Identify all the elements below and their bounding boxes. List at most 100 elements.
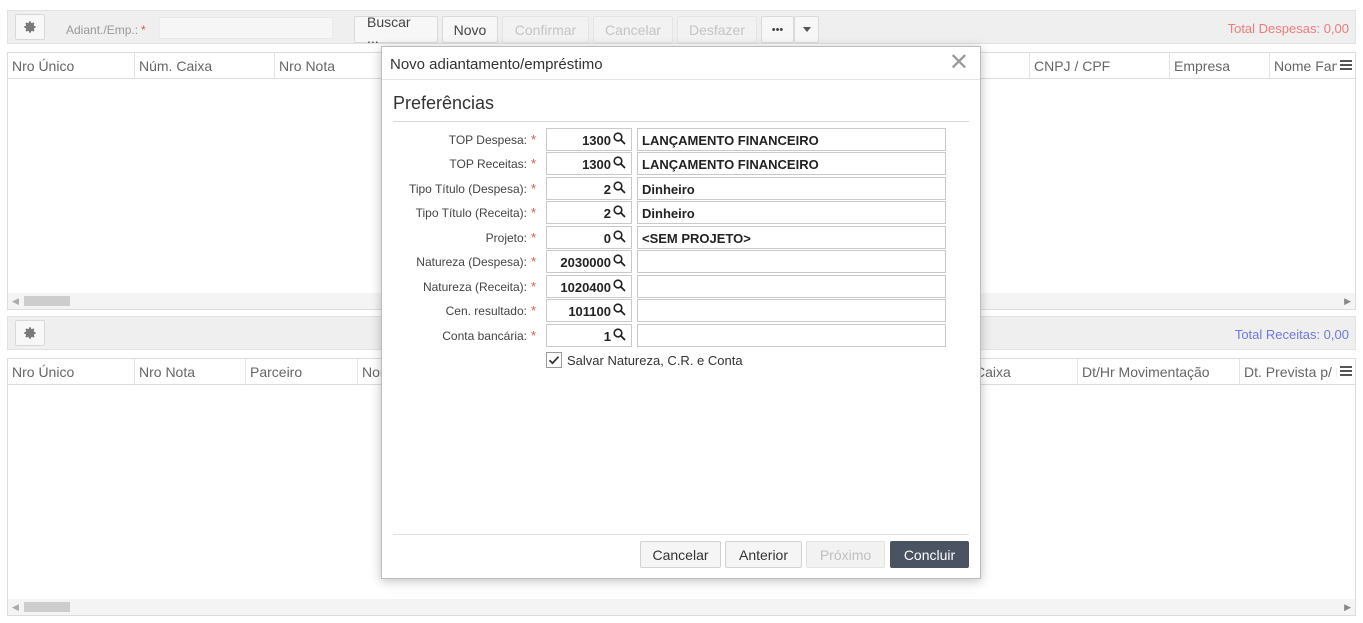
column-header[interactable]: Nro Nota (274, 53, 382, 79)
search-icon[interactable] (613, 156, 626, 169)
search-icon[interactable] (613, 279, 626, 292)
total-despesas: Total Despesas: 0,00 (1227, 21, 1349, 36)
anterior-button[interactable]: Anterior (725, 541, 802, 568)
dialog-title: Novo adiantamento/empréstimo (390, 56, 603, 73)
novo-adiantamento-dialog: Novo adiantamento/empréstimo ✕ Preferênc… (381, 46, 981, 579)
description-field: Dinheiro (637, 201, 946, 224)
scrollbar-thumb[interactable] (24, 296, 70, 306)
column-header[interactable]: Nro Nota (134, 359, 245, 385)
cancelar-toolbar-button[interactable]: Cancelar (593, 16, 673, 43)
section-divider (393, 121, 969, 122)
field-row-top-despesa: TOP Despesa: * 1300 LANÇAMENTO FINANCEIR… (382, 128, 982, 151)
description-field (637, 324, 946, 347)
column-header[interactable]: Caixa (971, 359, 1077, 385)
checkbox-label: Salvar Natureza, C.R. e Conta (567, 353, 743, 368)
checkmark-icon (548, 356, 560, 365)
novo-button[interactable]: Novo (442, 16, 498, 43)
scroll-right-icon[interactable]: ▶ (1344, 296, 1351, 307)
scrollbar-thumb[interactable] (24, 602, 70, 612)
description-field: LANÇAMENTO FINANCEIRO (637, 128, 946, 151)
column-header[interactable]: Núm. Caixa (134, 53, 274, 79)
code-input[interactable]: 101100 (546, 299, 632, 322)
field-label: Tipo Título (Receita): (415, 206, 527, 220)
code-input[interactable]: 2 (546, 177, 632, 200)
field-label: Natureza (Despesa): (416, 255, 527, 269)
field-row-conta-bancaria: Conta bancária: * 1 (382, 324, 982, 347)
section-title: Preferências (393, 93, 495, 113)
code-input[interactable]: 2030000 (546, 250, 632, 273)
code-input[interactable]: 0 (546, 226, 632, 249)
field-label: Cen. resultado: (445, 304, 527, 318)
field-row-tipo-titulo-receita: Tipo Título (Receita): * 2 Dinheiro (382, 201, 982, 224)
column-header[interactable]: Dt. Prevista p/ E (1239, 359, 1337, 385)
field-label: TOP Despesa: (448, 133, 527, 147)
search-icon[interactable] (613, 181, 626, 194)
field-row-natureza-receita: Natureza (Receita): * 1020400 (382, 275, 982, 298)
search-icon[interactable] (613, 205, 626, 218)
salvar-natureza-checkbox[interactable] (546, 352, 562, 368)
required-marker: * (531, 328, 537, 343)
column-header[interactable]: Parceiro (245, 359, 357, 385)
code-input[interactable]: 2 (546, 201, 632, 224)
column-menu-icon[interactable] (1340, 60, 1352, 72)
code-input[interactable]: 1300 (546, 152, 632, 175)
code-input[interactable]: 1 (546, 324, 632, 347)
code-input[interactable]: 1020400 (546, 275, 632, 298)
concluir-button[interactable]: Concluir (890, 541, 969, 568)
caret-down-icon (802, 27, 811, 32)
horizontal-scrollbar[interactable]: ◀ ▶ (8, 599, 1355, 615)
column-header[interactable]: Dt/Hr Movimentação (1077, 359, 1239, 385)
more-dropdown-button[interactable] (794, 16, 819, 43)
search-icon[interactable] (613, 328, 626, 341)
field-label: Projeto: (485, 231, 527, 245)
column-header[interactable]: Nro Único (8, 359, 134, 385)
proximo-button[interactable]: Próximo (806, 541, 885, 568)
search-icon[interactable] (613, 303, 626, 316)
dialog-title-bar: Novo adiantamento/empréstimo ✕ (382, 47, 980, 80)
field-label: Tipo Título (Despesa): (408, 182, 527, 196)
column-header[interactable]: Empresa (1169, 53, 1269, 79)
top-toolbar: Adiant./Emp.: * Buscar ... Novo Confirmar… (7, 10, 1356, 46)
description-field (637, 299, 946, 322)
field-row-top-receitas: TOP Receitas: * 1300 LANÇAMENTO FINANCEI… (382, 152, 982, 175)
required-marker: * (531, 254, 537, 269)
field-row-projeto: Projeto: * 0 <SEM PROJETO> (382, 226, 982, 249)
required-marker: * (531, 156, 537, 171)
gear-icon (24, 21, 36, 33)
column-header[interactable]: CNPJ / CPF (1029, 53, 1169, 79)
required-marker: * (531, 132, 537, 147)
total-receitas: Total Receitas: 0,00 (1234, 327, 1349, 342)
scroll-right-icon[interactable]: ▶ (1344, 602, 1351, 613)
column-header[interactable]: Nome Fan (1269, 53, 1337, 79)
search-icon[interactable] (613, 254, 626, 267)
field-label: Natureza (Receita): (422, 280, 527, 294)
confirmar-button[interactable]: Confirmar (502, 16, 589, 43)
scroll-left-icon[interactable]: ◀ (12, 602, 19, 613)
cancelar-button[interactable]: Cancelar (640, 541, 721, 568)
buscar-button[interactable]: Buscar ... (354, 14, 438, 46)
field-row-tipo-titulo-despesa: Tipo Título (Despesa): * 2 Dinheiro (382, 177, 982, 200)
required-marker: * (531, 303, 537, 318)
description-field (637, 250, 946, 273)
grid-settings-button[interactable] (15, 320, 45, 346)
more-actions-button[interactable]: ••• (761, 16, 794, 43)
gear-icon (24, 327, 36, 339)
column-header[interactable]: Nro Único (8, 53, 134, 79)
description-field: LANÇAMENTO FINANCEIRO (637, 152, 946, 175)
search-icon[interactable] (613, 132, 626, 145)
grid-settings-button[interactable] (15, 14, 45, 40)
column-menu-icon[interactable] (1340, 366, 1352, 378)
code-input[interactable]: 1300 (546, 128, 632, 151)
description-field: Dinheiro (637, 177, 946, 200)
required-marker: * (531, 279, 537, 294)
close-icon[interactable]: ✕ (949, 51, 969, 75)
required-marker: * (531, 205, 537, 220)
field-row-natureza-despesa: Natureza (Despesa): * 2030000 (382, 250, 982, 273)
adiant-emp-input[interactable] (159, 17, 333, 39)
field-label: Conta bancária: (442, 329, 527, 343)
search-icon[interactable] (613, 230, 626, 243)
desfazer-button[interactable]: Desfazer (677, 16, 757, 43)
field-row-cen-resultado: Cen. resultado: * 101100 (382, 299, 982, 322)
scroll-left-icon[interactable]: ◀ (12, 296, 19, 307)
required-marker: * (531, 230, 537, 245)
